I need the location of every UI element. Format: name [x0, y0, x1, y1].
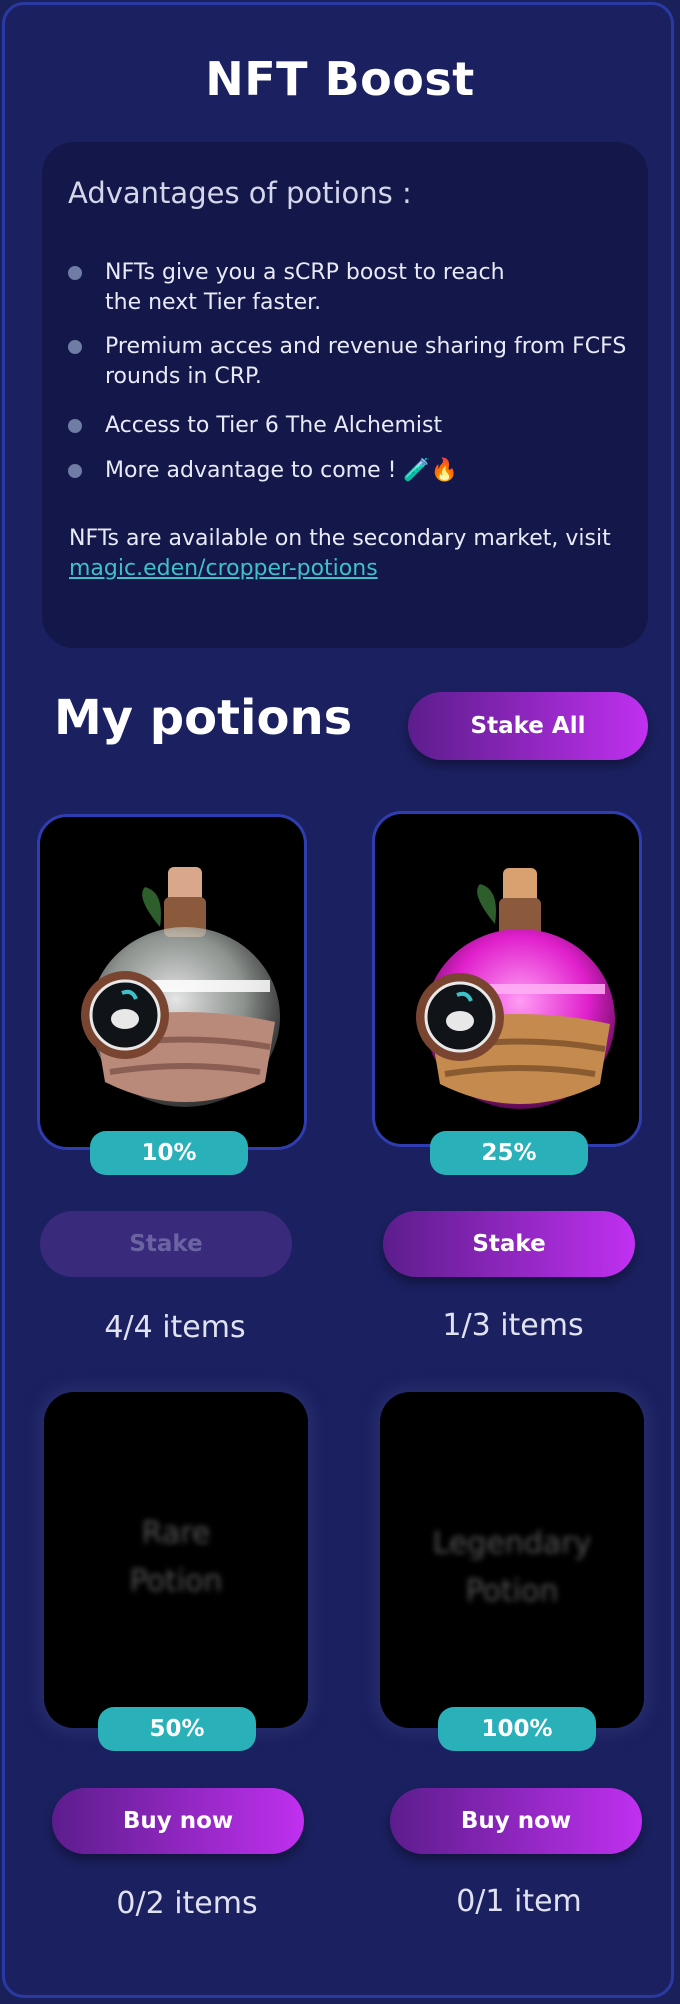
potion-bottle-icon [416, 868, 615, 1109]
marketplace-note: NFTs are available on the secondary mark… [69, 524, 629, 584]
item-count: 0/2 items [116, 1886, 258, 1921]
stake-all-button[interactable]: Stake All [408, 692, 648, 760]
boost-badge: 10% [90, 1131, 248, 1175]
advantages-panel: Advantages of potions : NFTs give you a … [42, 142, 648, 648]
item-count: 0/1 item [456, 1884, 582, 1919]
potion-card-uncommon[interactable] [372, 811, 642, 1147]
buy-now-button[interactable]: Buy now [390, 1788, 642, 1854]
marketplace-link[interactable]: magic.eden/cropper-potions [69, 554, 629, 584]
marketplace-note-text: NFTs are available on the secondary mark… [69, 526, 611, 551]
bullet-icon [68, 266, 82, 280]
boost-badge: 50% [98, 1707, 256, 1751]
bullet-icon [68, 419, 82, 433]
buy-now-button[interactable]: Buy now [52, 1788, 304, 1854]
potion-name: Rare Potion [129, 1516, 223, 1599]
advantages-heading: Advantages of potions : [68, 176, 412, 210]
potion-card-common[interactable] [37, 814, 307, 1150]
bullet-icon [68, 340, 82, 354]
potion-card-rare[interactable]: Rare Potion [44, 1392, 308, 1728]
item-count: 4/4 items [104, 1310, 246, 1345]
stake-button[interactable]: Stake [40, 1211, 292, 1277]
advantage-item: NFTs give you a sCRP boost to reach the … [68, 258, 628, 318]
page-title: NFT Boost [205, 52, 475, 106]
advantage-item: Access to Tier 6 The Alchemist [68, 411, 628, 441]
stake-button[interactable]: Stake [383, 1211, 635, 1277]
potion-bottle-icon [81, 867, 280, 1107]
bullet-icon [68, 464, 82, 478]
potion-name: Legendary Potion [432, 1526, 592, 1609]
potion-card-legendary[interactable]: Legendary Potion [380, 1392, 644, 1728]
advantage-item: Premium acces and revenue sharing from F… [68, 332, 628, 392]
boost-badge: 25% [430, 1131, 588, 1175]
my-potions-heading: My potions [54, 690, 353, 746]
boost-badge: 100% [438, 1707, 596, 1751]
item-count: 1/3 items [442, 1308, 584, 1343]
advantage-item: More advantage to come ! 🧪🔥 [68, 456, 628, 486]
